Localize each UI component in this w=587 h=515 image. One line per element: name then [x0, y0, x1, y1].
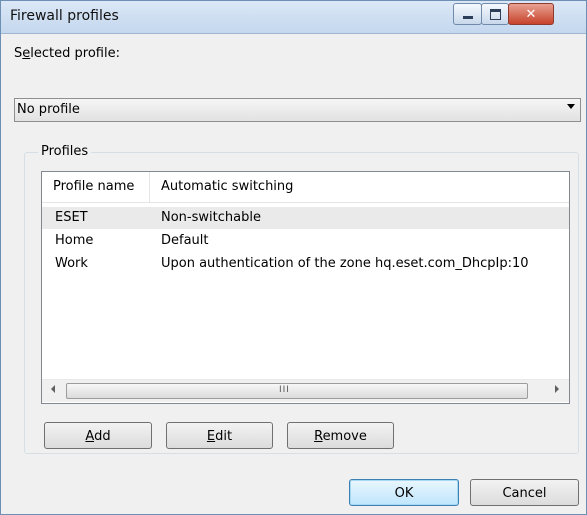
list-header: Profile name Automatic switching: [42, 172, 569, 203]
maximize-button[interactable]: [481, 3, 509, 25]
arrow-left-icon[interactable]: [51, 385, 55, 393]
close-button[interactable]: ✕: [508, 3, 554, 25]
firewall-profiles-dialog: Firewall profiles ✕ Selected profile: No…: [0, 0, 587, 515]
profile-name-cell: Work: [55, 256, 88, 271]
cancel-button[interactable]: Cancel: [470, 479, 579, 506]
close-icon: ✕: [525, 6, 537, 22]
chevron-down-icon: [567, 104, 575, 109]
profiles-group-label: Profiles: [38, 144, 92, 159]
list-item-home[interactable]: Home Default: [42, 230, 569, 252]
automatic-switching-cell: Default: [161, 233, 209, 248]
list-item-work[interactable]: Work Upon authentication of the zone hq.…: [42, 253, 569, 275]
column-header-profile-name[interactable]: Profile name: [42, 172, 150, 202]
selected-profile-dropdown[interactable]: No profile: [14, 98, 581, 122]
remove-button[interactable]: Remove: [287, 422, 394, 449]
add-button[interactable]: Add: [44, 422, 152, 449]
column-header-automatic-switching[interactable]: Automatic switching: [150, 172, 569, 202]
list-item-eset[interactable]: ESET Non-switchable: [42, 207, 569, 229]
ok-button[interactable]: OK: [349, 479, 459, 506]
profile-name-cell: Home: [55, 233, 94, 248]
automatic-switching-cell: Upon authentication of the zone hq.eset.…: [161, 256, 529, 271]
title-bar[interactable]: Firewall profiles ✕: [1, 1, 586, 34]
profile-name-cell: ESET: [55, 210, 88, 225]
horizontal-scrollbar[interactable]: III: [42, 379, 569, 402]
selected-profile-label: Selected profile:: [14, 46, 120, 61]
edit-button[interactable]: Edit: [166, 422, 273, 449]
minimize-button[interactable]: [453, 3, 482, 25]
scrollbar-thumb[interactable]: III: [66, 383, 528, 399]
arrow-right-icon[interactable]: [555, 385, 559, 393]
window-title: Firewall profiles: [10, 8, 119, 24]
maximize-icon: [489, 8, 501, 20]
selected-profile-value: No profile: [17, 102, 80, 117]
automatic-switching-cell: Non-switchable: [161, 210, 261, 225]
scrollbar-grip: III: [279, 385, 290, 395]
minimize-icon: [462, 16, 473, 19]
profiles-list[interactable]: Profile name Automatic switching ESET No…: [41, 171, 570, 404]
